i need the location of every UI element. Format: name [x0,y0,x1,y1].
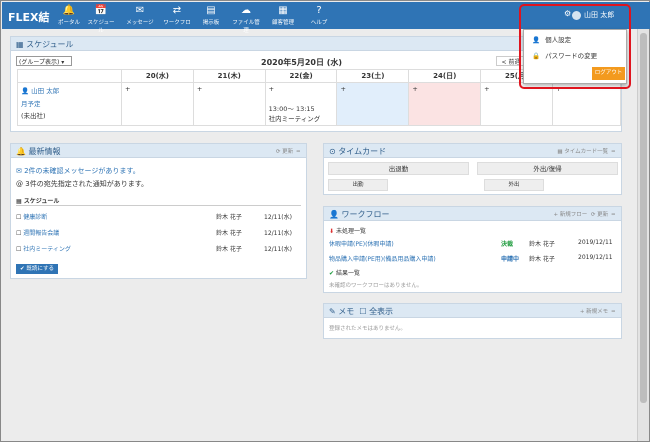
status-badge: 決裁 [501,241,514,248]
news-item[interactable]: ☐ 社内ミーティング 鈴木 花子 12/11(水) [16,244,301,253]
nav-message[interactable]: ✉ メッセージ [125,4,155,26]
person-status: (未出社) [21,112,46,120]
person-name[interactable]: 👤 山田 太郎 [21,85,118,95]
memo-panel: ✎ メモ ☐ 全表示 + 新規メモ ━ 登録されたメモはありません。 [323,303,622,339]
day-cell[interactable]: + [192,82,266,126]
grid-icon: ▦ [278,5,288,16]
calendar-icon: 📅 [94,5,108,16]
group-select[interactable]: (グループ表示) ▾ [16,56,72,66]
unread-message-link[interactable]: ✉ 2件の未確認メッセージがあります。 [16,166,140,176]
day-header[interactable]: 23(土) [336,69,410,83]
cloud-icon: ☁ [241,5,251,16]
show-all-checkbox[interactable]: ☐ 全表示 [359,307,393,316]
day-cell[interactable]: + [121,82,194,126]
done-list-title: ✔ 結果一覧 [329,270,360,277]
schedule-title: スケジュール [26,40,74,49]
news-section-title: ▦ スケジュール [16,196,301,206]
mark-read-button[interactable]: ✔ 既読にする [16,264,58,274]
memo-empty-text: 登録されたメモはありません。 [329,326,406,332]
nav-board[interactable]: ▤ 掲示板 [196,4,226,26]
news-item[interactable]: ☐ 週間報告会議 鈴木 花子 12/11(水) [16,228,301,237]
day-header[interactable]: 24(日) [408,69,482,83]
timecard-list-link[interactable]: ▦ タイムカード一覧 ━ [557,147,615,155]
news-panel: 🔔 最新情報 ⟳ 更新 ━ ✉ 2件の未確認メッセージがあります。 @ 3件の宛先… [10,143,307,279]
day-header[interactable]: 21(木) [192,69,266,83]
schedule-date: 2020年5月20日 (水) [261,58,343,67]
pending-list-title: ⬇ 未処理一覧 [329,228,366,235]
app-frame: FLEX結 🔔 ポータル 📅 スケジュール ✉ メッセージ ⇄ ワークフロー ▤ 掲示板 … [0,0,650,442]
nav-workflow[interactable]: ⇄ ワークフロー [162,4,192,34]
bell-icon: 🔔 [62,5,76,16]
workflow-refresh-button[interactable]: ⟳ 更新 [591,212,608,218]
clock-in-button[interactable]: 出勤 [328,179,388,191]
clock-in-out-button[interactable]: 出退勤 [328,162,469,175]
app-logo[interactable]: FLEX結 [8,9,50,25]
new-flow-button[interactable]: + 新規フロー [553,212,587,218]
status-badge: 申請中 [501,256,520,263]
workflow-item[interactable]: 物品購入申請(PE用)(備品用品購入申請) 申請中 鈴木 花子 2019/12/11 [329,254,619,263]
away-return-button[interactable]: 外出/復帰 [477,162,618,175]
news-refresh-button[interactable]: ⟳ 更新 ━ [276,147,300,155]
news-header: 🔔 最新情報 ⟳ 更新 ━ [11,144,306,158]
nav-portal[interactable]: 🔔 ポータル [54,4,84,26]
day-cell[interactable]: + [408,82,482,126]
nav-customer[interactable]: ▦ 顧客管理 [268,4,298,26]
nav-schedule[interactable]: 📅 スケジュール [86,4,116,34]
workflow-panel: 👤 ワークフロー + 新規フロー ⟳ 更新 ━ ⬇ 未処理一覧 休暇申請(PE)(… [323,206,622,293]
workflow-header: 👤 ワークフロー + 新規フロー ⟳ 更新 ━ [324,207,621,221]
check-icon: ✔ [329,270,335,277]
scrollbar-thumb[interactable] [640,33,647,403]
done-empty-text: 未確認のワークフローはありません。 [329,283,423,289]
workflow-item[interactable]: 休暇申請(PE)(休暇申請) 決裁 鈴木 花子 2019/12/11 [329,239,619,248]
event-title[interactable]: 社内ミーティング [269,113,334,123]
event-time: 13:00～ 13:15 [268,105,315,113]
day-cell[interactable]: +13:00～ 13:15 社内ミーティング [264,82,338,126]
highlight-box [519,4,631,89]
workflow-icon: ⇄ [172,5,182,16]
timecard-panel: ⊙ タイムカード ▦ タイムカード一覧 ━ 出退勤 外出/復帰 出勤 外出 [323,143,622,195]
day-header[interactable]: 22(金) [264,69,338,83]
away-button[interactable]: 外出 [484,179,544,191]
board-icon: ▤ [206,5,216,16]
nav-files[interactable]: ☁ ファイル管理 [231,4,261,34]
mail-icon: ✉ [135,5,145,16]
day-cell[interactable]: + [336,82,410,126]
day-header[interactable]: 20(水) [121,69,194,83]
nav-help[interactable]: ? ヘルプ [304,4,334,26]
help-icon: ? [316,5,322,16]
notification-text[interactable]: @ 3件の宛先指定された通知があります。 [16,179,148,189]
timecard-header: ⊙ タイムカード ▦ タイムカード一覧 ━ [324,144,621,158]
person-plan-link[interactable]: 月予定 [21,98,118,108]
person-cell: 👤 山田 太郎 月予定 (未出社) [17,82,122,126]
vertical-scrollbar[interactable] [637,29,649,441]
new-memo-button[interactable]: + 新規メモ ━ [580,307,615,315]
memo-header: ✎ メモ ☐ 全表示 + 新規メモ ━ [324,304,621,318]
news-item[interactable]: ☐ 健康診断 鈴木 花子 12/11(水) [16,212,301,221]
download-icon: ⬇ [329,228,335,235]
